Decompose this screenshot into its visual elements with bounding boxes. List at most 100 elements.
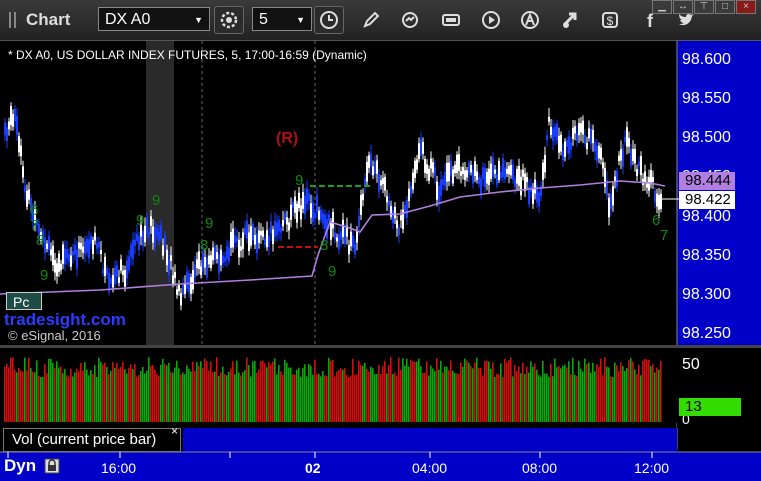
price-bar — [226, 246, 228, 259]
chart-canvas[interactable]: 789699 9898967 — [0, 41, 761, 481]
link-icon[interactable] — [561, 10, 581, 30]
volume-bar — [266, 367, 268, 422]
price-bar — [86, 238, 88, 253]
volume-bar — [116, 363, 118, 422]
volume-bar — [272, 361, 274, 422]
volume-bar — [578, 360, 580, 422]
price-bar — [620, 149, 622, 161]
price-bar — [420, 138, 422, 156]
volume-bar — [188, 368, 190, 422]
volume-bar — [128, 368, 130, 422]
price-bar — [68, 253, 70, 262]
price-bar — [212, 247, 214, 261]
volume-bar — [42, 376, 44, 422]
volume-bar — [402, 358, 404, 422]
volume-bar — [510, 357, 512, 422]
volume-bar — [576, 375, 578, 422]
refresh-chart-icon[interactable] — [400, 10, 420, 30]
price-bar — [88, 239, 90, 258]
volume-bar — [376, 373, 378, 422]
interval-input[interactable]: 5 ▼ — [252, 7, 312, 31]
volume-bar — [492, 362, 494, 422]
volume-bar — [324, 375, 326, 422]
symbol-input[interactable]: DX A0 ▼ — [98, 7, 210, 31]
price-bar — [324, 214, 326, 230]
price-bar — [70, 255, 72, 267]
volume-bar — [314, 359, 316, 422]
price-bar — [428, 168, 430, 181]
dynamic-label: Dyn — [4, 456, 37, 475]
price-bar — [92, 240, 94, 254]
price-bar — [388, 200, 390, 207]
volume-bar — [140, 370, 142, 422]
play-icon[interactable] — [481, 10, 501, 30]
volume-bar — [434, 370, 436, 422]
chevron-down-icon[interactable]: ▼ — [194, 8, 203, 32]
volume-bar — [72, 376, 74, 422]
price-bar — [552, 128, 554, 142]
time-template-button[interactable] — [314, 6, 344, 34]
close-button[interactable]: × — [736, 0, 756, 14]
minimize-button[interactable]: ▁ — [652, 0, 672, 14]
interval-value: 5 — [259, 11, 268, 28]
price-bar — [590, 128, 592, 145]
price-label: 98.600 — [682, 51, 731, 68]
volume-bar — [280, 371, 282, 422]
price-bar — [328, 214, 330, 222]
volume-bar — [82, 370, 84, 422]
grip-icon — [9, 12, 16, 28]
volume-bar — [486, 360, 488, 422]
scroll-button[interactable]: ↔ — [673, 0, 693, 14]
price-bar — [360, 194, 362, 215]
price-bar — [74, 245, 76, 255]
volume-bar — [170, 371, 172, 422]
price-bar — [426, 164, 428, 174]
volume-bar — [526, 366, 528, 422]
price-bar — [578, 123, 580, 136]
price-bar — [498, 160, 500, 181]
price-bar — [622, 147, 624, 167]
volume-bar — [378, 365, 380, 422]
alert-icon[interactable] — [520, 10, 540, 30]
pane-separator[interactable] — [0, 345, 761, 348]
price-bar — [286, 217, 288, 225]
price-bar — [358, 215, 360, 227]
volume-bar — [160, 364, 162, 422]
price-bar — [382, 178, 384, 185]
price-bar — [210, 255, 212, 269]
symbol-settings-button[interactable] — [214, 6, 244, 34]
price-bar — [616, 171, 618, 187]
volume-bar — [638, 364, 640, 422]
volume-bar — [294, 374, 296, 422]
price-bar — [556, 123, 558, 141]
close-icon[interactable]: × — [171, 424, 178, 438]
volume-bar — [260, 360, 262, 422]
volume-panel-label[interactable]: Vol (current price bar) — [3, 428, 181, 452]
price-bar — [98, 242, 100, 248]
volume-bar — [328, 357, 330, 422]
volume-bar — [136, 376, 138, 422]
pencil-icon[interactable] — [361, 10, 381, 30]
studies-icon[interactable] — [441, 10, 461, 30]
price-bar — [414, 160, 416, 178]
volume-bar — [562, 365, 564, 422]
volume-bar — [332, 359, 334, 422]
pin-button[interactable]: ⊤ — [694, 0, 714, 14]
price-bar — [438, 185, 440, 204]
volume-bar — [180, 374, 182, 422]
volume-bar — [606, 366, 608, 422]
volume-bar — [472, 368, 474, 422]
volume-bar — [408, 366, 410, 422]
price-bar — [4, 122, 6, 136]
pc-badge[interactable]: Pc — [6, 292, 42, 310]
maximize-button[interactable]: □ — [715, 0, 735, 14]
price-pane[interactable] — [0, 41, 677, 345]
volume-bar — [296, 369, 298, 422]
price-bar — [490, 163, 492, 179]
price-bar — [470, 165, 472, 173]
lock-icon[interactable] — [44, 458, 60, 474]
price-bar — [302, 192, 304, 209]
dollar-icon[interactable]: $ — [600, 10, 620, 30]
chevron-down-icon[interactable]: ▼ — [296, 8, 305, 32]
price-bar — [148, 232, 150, 237]
